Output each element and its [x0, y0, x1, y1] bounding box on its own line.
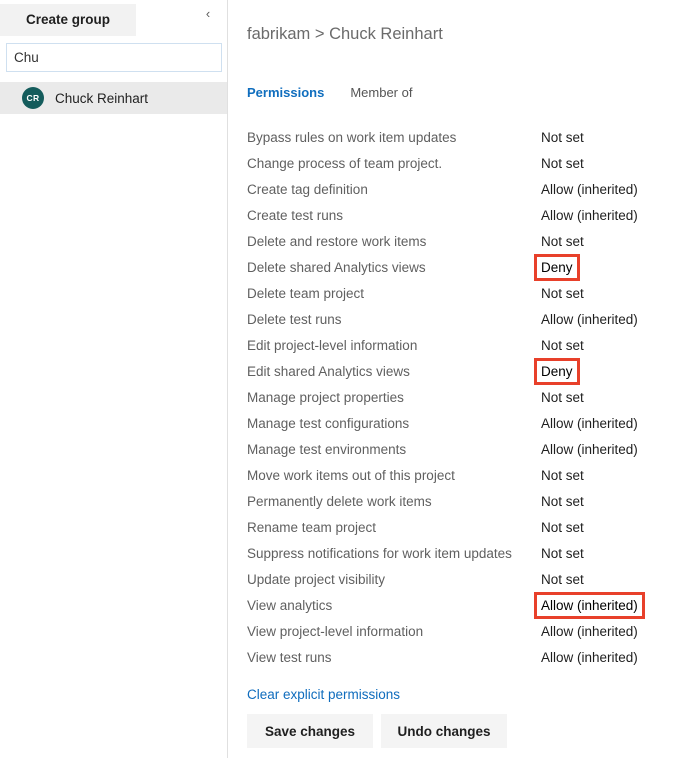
permissions-table: Bypass rules on work item updates Not set…	[247, 124, 697, 670]
permission-value[interactable]: Not set	[539, 337, 586, 354]
table-row: Edit project-level information Not set	[247, 332, 697, 358]
breadcrumb: fabrikam > Chuck Reinhart	[247, 25, 443, 43]
identity-name: Chuck Reinhart	[55, 90, 149, 106]
permission-name: Manage project properties	[247, 389, 404, 405]
table-row: View test runs Allow (inherited)	[247, 644, 697, 670]
permissions-page: Create group ‹ CR Chuck Reinhart fabrika…	[0, 0, 700, 758]
table-row: Manage project properties Not set	[247, 384, 697, 410]
table-row: Delete shared Analytics views Deny	[247, 253, 697, 281]
permission-name: Manage test environments	[247, 441, 407, 457]
permission-value[interactable]: Allow (inherited)	[534, 591, 645, 619]
permission-value[interactable]: Not set	[539, 519, 586, 536]
table-row: Manage test environments Allow (inherited…	[247, 436, 697, 462]
main-panel: fabrikam > Chuck Reinhart Permissions Me…	[229, 0, 700, 758]
create-group-button[interactable]: Create group	[0, 4, 136, 36]
table-row: Manage test configurations Allow (inherit…	[247, 410, 697, 436]
permission-name: Manage test configurations	[247, 415, 410, 431]
permission-name: Create tag definition	[247, 181, 368, 197]
permission-name: Delete team project	[247, 285, 365, 301]
table-row: Suppress notifications for work item upd…	[247, 540, 697, 566]
table-row: View project-level information Allow (inh…	[247, 618, 697, 644]
table-row: Create test runs Allow (inherited)	[247, 202, 697, 228]
table-row: Delete and restore work items Not set	[247, 228, 697, 254]
permission-name: View analytics	[247, 597, 333, 613]
permission-value[interactable]: Not set	[539, 467, 586, 484]
permission-value[interactable]: Not set	[539, 389, 586, 406]
permission-name: Rename team project	[247, 519, 377, 535]
permission-value[interactable]: Allow (inherited)	[539, 311, 640, 328]
save-changes-button[interactable]: Save changes	[247, 714, 373, 748]
permission-name: View project-level information	[247, 623, 424, 639]
permission-name: Bypass rules on work item updates	[247, 129, 457, 145]
sidebar-header: Create group ‹	[0, 0, 227, 36]
table-row: Edit shared Analytics views Deny	[247, 357, 697, 385]
permission-value[interactable]: Not set	[539, 285, 586, 302]
permission-value[interactable]: Deny	[534, 357, 580, 385]
permission-value[interactable]: Allow (inherited)	[539, 441, 640, 458]
table-row: Update project visibility Not set	[247, 566, 697, 592]
permission-name: Edit shared Analytics views	[247, 363, 410, 379]
table-row: Bypass rules on work item updates Not set	[247, 124, 697, 150]
permission-name: Update project visibility	[247, 571, 386, 587]
tab-permissions[interactable]: Permissions	[247, 85, 324, 100]
search-input[interactable]	[6, 43, 222, 72]
permission-name: Suppress notifications for work item upd…	[247, 545, 512, 561]
search-field-wrapper	[6, 43, 222, 72]
permission-value[interactable]: Not set	[539, 571, 586, 588]
permission-name: Edit project-level information	[247, 337, 418, 353]
tab-member-of[interactable]: Member of	[350, 85, 412, 100]
permission-value[interactable]: Allow (inherited)	[539, 181, 640, 198]
permission-name: View test runs	[247, 649, 332, 665]
permission-name: Permanently delete work items	[247, 493, 432, 509]
table-row: Create tag definition Allow (inherited)	[247, 176, 697, 202]
table-row: Permanently delete work items Not set	[247, 488, 697, 514]
undo-changes-button[interactable]: Undo changes	[381, 714, 507, 748]
permission-value[interactable]: Not set	[539, 155, 586, 172]
permission-name: Create test runs	[247, 207, 344, 223]
tab-bar: Permissions Member of	[247, 85, 438, 100]
action-button-row: Save changes Undo changes	[247, 714, 507, 748]
identity-sidebar: Create group ‹ CR Chuck Reinhart	[0, 0, 228, 758]
permission-name: Delete shared Analytics views	[247, 259, 426, 275]
table-row: Move work items out of this project Not s…	[247, 462, 697, 488]
permission-value[interactable]: Not set	[539, 545, 586, 562]
avatar: CR	[22, 87, 44, 109]
identity-list: CR Chuck Reinhart	[0, 82, 227, 114]
permission-name: Delete and restore work items	[247, 233, 427, 249]
permission-value[interactable]: Not set	[539, 233, 586, 250]
permission-value[interactable]: Allow (inherited)	[539, 415, 640, 432]
permission-value[interactable]: Allow (inherited)	[539, 623, 640, 640]
permission-value[interactable]: Allow (inherited)	[539, 649, 640, 666]
table-row: Delete team project Not set	[247, 280, 697, 306]
permission-name: Change process of team project.	[247, 155, 443, 171]
permission-value[interactable]: Not set	[539, 493, 586, 510]
permission-value[interactable]: Not set	[539, 129, 586, 146]
table-row: View analytics Allow (inherited)	[247, 591, 697, 619]
table-row: Rename team project Not set	[247, 514, 697, 540]
list-item[interactable]: CR Chuck Reinhart	[0, 82, 227, 114]
table-row: Change process of team project. Not set	[247, 150, 697, 176]
permission-name: Delete test runs	[247, 311, 342, 327]
permission-value[interactable]: Deny	[534, 253, 580, 281]
permission-name: Move work items out of this project	[247, 467, 455, 483]
permission-value[interactable]: Allow (inherited)	[539, 207, 640, 224]
clear-explicit-permissions-link[interactable]: Clear explicit permissions	[247, 687, 400, 702]
table-row: Delete test runs Allow (inherited)	[247, 306, 697, 332]
chevron-left-icon[interactable]: ‹	[199, 6, 217, 24]
